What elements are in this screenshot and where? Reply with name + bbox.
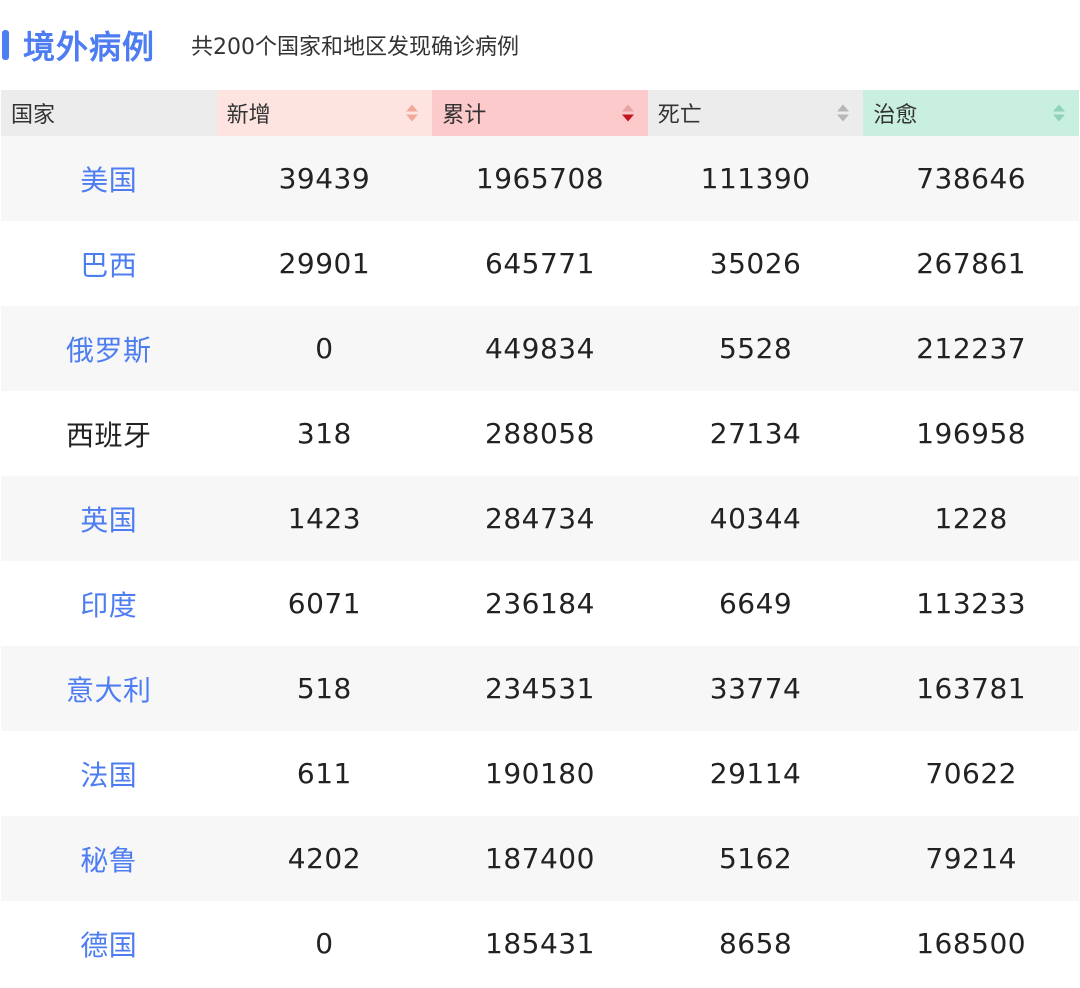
country-link-india[interactable]: 印度 [1,561,217,646]
sort-ascending-icon [621,104,634,112]
deaths-cell: 29114 [647,731,864,816]
country-link-france[interactable]: 法国 [1,731,217,816]
section-header: 境外病例 共200个国家和地区发现确诊病例 [0,0,1080,90]
column-header-label: 累计 [442,103,487,128]
total-cases-cell: 288058 [432,391,648,476]
sort-ascending-icon [1053,104,1065,112]
total-cases-cell: 449834 [432,306,648,391]
table-row: 德国 0 185431 8658 168500 [1,901,1079,986]
country-link-italy[interactable]: 意大利 [1,646,217,731]
recovered-cell: 267861 [863,221,1079,306]
deaths-cell: 6649 [647,561,864,646]
country-link-uk[interactable]: 英国 [1,476,217,561]
total-cases-cell: 284734 [432,476,648,561]
sort-descending-icon [621,114,634,122]
country-link-germany[interactable]: 德国 [1,901,217,986]
new-cases-cell: 0 [216,306,433,391]
section-title: 境外病例 [23,28,156,66]
deaths-cell: 5528 [647,306,864,391]
country-link-usa[interactable]: 美国 [1,136,217,221]
recovered-cell: 1228 [863,476,1079,561]
table-row: 印度 6071 236184 6649 113233 [1,561,1079,646]
column-header-cured[interactable]: 治愈 [863,90,1079,136]
table-row: 法国 611 190180 29114 70622 [1,731,1079,816]
total-cases-cell: 645771 [432,221,648,306]
deaths-cell: 35026 [647,221,864,306]
recovered-cell: 196958 [863,391,1079,476]
country-link-peru[interactable]: 秘鲁 [1,816,217,901]
table-row: 俄罗斯 0 449834 5528 212237 [1,306,1079,391]
country-name-spain: 西班牙 [1,391,217,476]
sort-descending-icon [406,114,419,122]
new-cases-cell: 0 [216,901,433,986]
column-header-label: 新增 [226,103,271,128]
recovered-cell: 738646 [863,136,1079,221]
sort-arrows-icon[interactable] [406,104,419,122]
column-header-label: 国家 [11,103,56,128]
sort-descending-icon [837,114,850,122]
deaths-cell: 111390 [647,136,864,221]
table-header-row: 国家 新增 累计 死亡 治愈 [1,90,1079,136]
sort-arrows-icon[interactable] [1053,104,1065,122]
total-cases-cell: 190180 [432,731,648,816]
recovered-cell: 113233 [863,561,1079,646]
recovered-cell: 70622 [863,731,1079,816]
new-cases-cell: 518 [216,646,433,731]
title-accent-bar [2,30,9,60]
sort-arrows-icon[interactable] [837,104,850,122]
column-header-label: 治愈 [873,103,918,128]
total-cases-cell: 236184 [432,561,648,646]
deaths-cell: 27134 [647,391,864,476]
new-cases-cell: 29901 [216,221,433,306]
deaths-cell: 5162 [647,816,864,901]
new-cases-cell: 4202 [216,816,433,901]
deaths-cell: 33774 [647,646,864,731]
section-subtitle: 共200个国家和地区发现确诊病例 [191,35,520,60]
column-header-total[interactable]: 累计 [432,90,648,136]
table-row: 英国 1423 284734 40344 1228 [1,476,1079,561]
new-cases-cell: 6071 [216,561,433,646]
column-header-dead[interactable]: 死亡 [647,90,864,136]
table-row: 秘鲁 4202 187400 5162 79214 [1,816,1079,901]
table-row: 意大利 518 234531 33774 163781 [1,646,1079,731]
column-header-label: 死亡 [657,103,702,128]
table-row: 西班牙 318 288058 27134 196958 [1,391,1079,476]
sort-descending-icon [1053,114,1065,122]
overseas-cases-table: 国家 新增 累计 死亡 治愈 美国 39439 1965708 111390 7… [1,90,1079,986]
new-cases-cell: 318 [216,391,433,476]
country-link-russia[interactable]: 俄罗斯 [1,306,217,391]
sort-ascending-icon [406,104,419,112]
total-cases-cell: 185431 [432,901,648,986]
deaths-cell: 8658 [647,901,864,986]
table-row: 美国 39439 1965708 111390 738646 [1,136,1079,221]
recovered-cell: 79214 [863,816,1079,901]
sort-arrows-icon[interactable] [621,104,634,122]
recovered-cell: 168500 [863,901,1079,986]
total-cases-cell: 1965708 [432,136,648,221]
sort-ascending-icon [837,104,850,112]
recovered-cell: 212237 [863,306,1079,391]
table-row: 巴西 29901 645771 35026 267861 [1,221,1079,306]
total-cases-cell: 234531 [432,646,648,731]
total-cases-cell: 187400 [432,816,648,901]
recovered-cell: 163781 [863,646,1079,731]
column-header-country: 国家 [1,90,217,136]
new-cases-cell: 611 [216,731,433,816]
new-cases-cell: 1423 [216,476,433,561]
country-link-brazil[interactable]: 巴西 [1,221,217,306]
new-cases-cell: 39439 [216,136,433,221]
column-header-new[interactable]: 新增 [216,90,433,136]
deaths-cell: 40344 [647,476,864,561]
